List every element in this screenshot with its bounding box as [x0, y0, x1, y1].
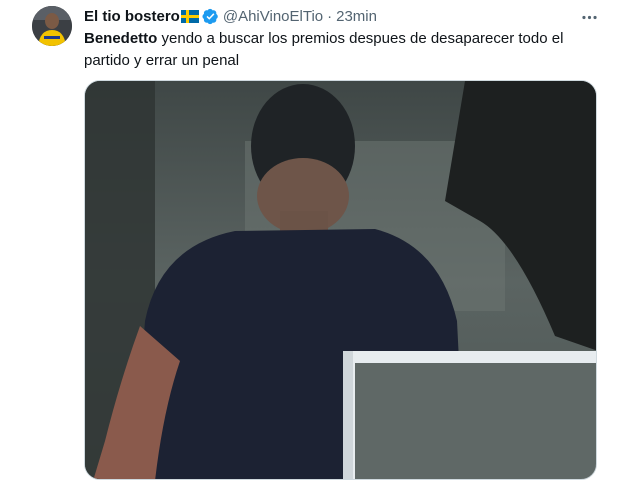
tweet-header: El tio bostero @AhiVinoElTio · 23min	[84, 6, 377, 26]
tweet-text: Benedetto yendo a buscar los premios des…	[84, 28, 599, 72]
video-player[interactable]	[84, 80, 597, 480]
more-options-button[interactable]	[578, 6, 600, 28]
avatar-icon	[32, 6, 72, 46]
post-time[interactable]: 23min	[336, 8, 377, 25]
avatar[interactable]	[32, 6, 72, 46]
tweet[interactable]: El tio bostero @AhiVinoElTio · 23min Ben…	[0, 0, 625, 480]
video-media-icon	[85, 81, 596, 479]
author-handle[interactable]: @AhiVinoElTio	[223, 8, 323, 25]
display-name[interactable]: El tio bostero	[84, 8, 180, 25]
sweden-flag-icon	[180, 9, 199, 23]
more-options-icon	[581, 15, 597, 19]
tweet-text-bold: Benedetto	[84, 30, 158, 47]
verified-badge-icon	[202, 8, 218, 24]
separator-dot: ·	[327, 7, 333, 25]
